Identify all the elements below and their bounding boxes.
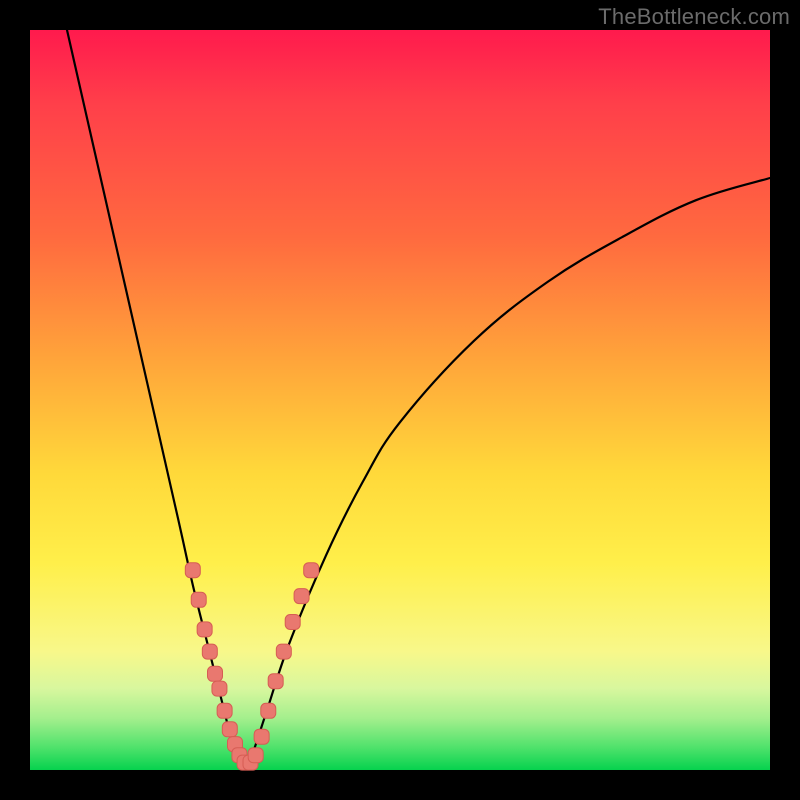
data-marker: [248, 748, 263, 763]
data-marker: [197, 622, 212, 637]
bottleneck-chart-svg: [30, 30, 770, 770]
data-marker: [285, 615, 300, 630]
data-marker: [191, 592, 206, 607]
data-marker: [294, 589, 309, 604]
data-marker: [268, 674, 283, 689]
chart-frame: TheBottleneck.com: [0, 0, 800, 800]
data-marker: [254, 729, 269, 744]
data-marker: [276, 644, 291, 659]
curve-group: [67, 30, 770, 770]
watermark-text: TheBottleneck.com: [598, 4, 790, 30]
data-marker: [185, 563, 200, 578]
data-marker: [261, 703, 276, 718]
data-marker: [304, 563, 319, 578]
data-marker: [222, 722, 237, 737]
plot-area: [30, 30, 770, 770]
data-marker: [217, 703, 232, 718]
bottleneck-curve-path: [67, 30, 770, 770]
markers-group: [185, 563, 318, 770]
data-marker: [208, 666, 223, 681]
data-marker: [212, 681, 227, 696]
data-marker: [202, 644, 217, 659]
